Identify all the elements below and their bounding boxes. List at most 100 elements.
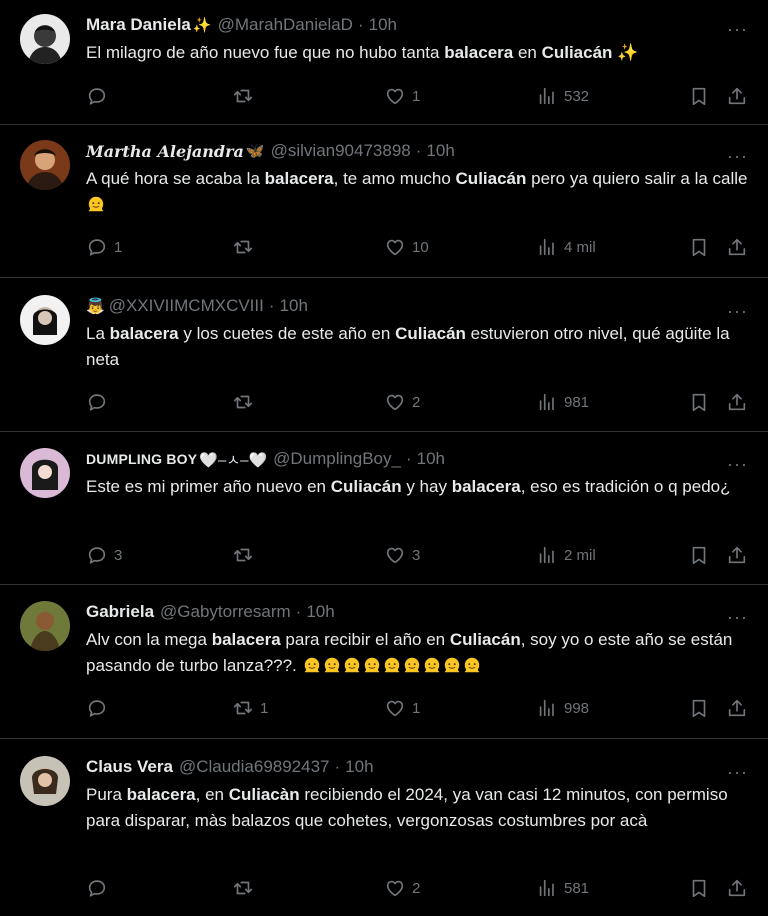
- share-icon: [726, 236, 748, 258]
- author-handle[interactable]: @XXIVIIMCMXCVIII: [109, 296, 264, 316]
- timestamp[interactable]: 10h: [345, 757, 373, 777]
- avatar[interactable]: [20, 601, 70, 651]
- reply-button[interactable]: 1: [86, 236, 122, 258]
- share-button[interactable]: [726, 877, 748, 899]
- author-name[interactable]: Mara Daniela: [86, 15, 191, 35]
- separator-dot: ·: [357, 15, 364, 34]
- view-count: 998: [564, 699, 590, 717]
- author-handle[interactable]: @DumplingBoy_: [273, 449, 401, 469]
- tweet[interactable]: Martha Alejandra 🦋 @silvian90473898 · 10…: [0, 125, 768, 278]
- author-name[interactable]: DUMPLING BOY: [86, 451, 197, 467]
- views-button[interactable]: 4 mil: [536, 236, 596, 258]
- avatar[interactable]: [20, 448, 70, 498]
- timestamp[interactable]: 10h: [280, 296, 308, 316]
- share-button[interactable]: [726, 544, 748, 566]
- tweet[interactable]: Mara Daniela ✨ @MarahDanielaD · 10h ··· …: [0, 0, 768, 125]
- share-button[interactable]: [726, 391, 748, 413]
- author-handle[interactable]: @Gabytorresarm: [160, 602, 291, 622]
- like-button[interactable]: 10: [384, 236, 429, 258]
- views-button[interactable]: 581: [536, 877, 589, 899]
- retweet-button[interactable]: [232, 236, 260, 258]
- text-segment: El milagro de año nuevo fue que no hubo …: [86, 43, 445, 62]
- author-handle[interactable]: @Claudia69892437: [179, 757, 330, 777]
- share-button[interactable]: [726, 236, 748, 258]
- retweet-icon: [232, 544, 254, 566]
- bookmark-button[interactable]: [688, 697, 710, 719]
- timestamp[interactable]: 10h: [426, 141, 454, 161]
- reply-button[interactable]: [86, 697, 114, 719]
- author-handle[interactable]: @MarahDanielaD: [218, 15, 353, 35]
- separator-dot: ·: [295, 602, 302, 621]
- melting-face-emoji: [303, 656, 321, 674]
- reply-icon: [86, 391, 108, 413]
- avatar[interactable]: [20, 295, 70, 345]
- highlight-keyword: Culiacán: [455, 169, 527, 188]
- bookmark-button[interactable]: [688, 391, 710, 413]
- tweet-text: Pura balacera, en Culiacàn recibiendo el…: [86, 782, 748, 834]
- retweet-button[interactable]: [232, 544, 260, 566]
- like-button[interactable]: 2: [384, 877, 420, 899]
- text-segment: , eso es tradición o q pedo¿: [520, 477, 731, 496]
- like-button[interactable]: 2: [384, 391, 420, 413]
- reply-icon: [86, 85, 108, 107]
- timestamp[interactable]: 10h: [306, 602, 334, 622]
- like-button[interactable]: 1: [384, 697, 420, 719]
- more-icon[interactable]: ···: [727, 763, 748, 781]
- highlight-keyword: Culiacán: [449, 630, 521, 649]
- reply-button[interactable]: [86, 391, 114, 413]
- retweet-button[interactable]: 1: [232, 697, 268, 719]
- tweet-actions: 2 581: [86, 877, 748, 901]
- tweet[interactable]: 👼 @XXIVIIMCMXCVIII · 10h ··· La balacera…: [0, 278, 768, 432]
- reply-button[interactable]: [86, 877, 114, 899]
- more-icon[interactable]: ···: [727, 608, 748, 626]
- like-button[interactable]: 3: [384, 544, 420, 566]
- bookmark-icon: [688, 877, 710, 899]
- avatar[interactable]: [20, 14, 70, 64]
- tweet-header: Gabriela @Gabytorresarm · 10h: [86, 585, 748, 623]
- tweet[interactable]: DUMPLING BOY 🤍–ㅅ–🤍 @DumplingBoy_ · 10h ·…: [0, 432, 768, 585]
- author-handle[interactable]: @silvian90473898: [271, 141, 411, 161]
- separator-dot: ·: [334, 757, 341, 776]
- like-count: 3: [412, 546, 421, 564]
- highlight-keyword: Culiacàn: [228, 785, 300, 804]
- bookmark-button[interactable]: [688, 236, 710, 258]
- share-icon: [726, 391, 748, 413]
- text-segment: pero ya quiero salir a la calle: [526, 169, 748, 188]
- tweet-header: Martha Alejandra 🦋 @silvian90473898 · 10…: [86, 125, 748, 162]
- like-button[interactable]: 1: [384, 85, 420, 107]
- author-name[interactable]: Martha Alejandra: [86, 142, 244, 161]
- bookmark-button[interactable]: [688, 877, 710, 899]
- like-count: 1: [412, 87, 421, 105]
- views-button[interactable]: 981: [536, 391, 589, 413]
- share-button[interactable]: [726, 697, 748, 719]
- author-name[interactable]: Gabriela: [86, 602, 154, 622]
- views-button[interactable]: 2 mil: [536, 544, 596, 566]
- tweet[interactable]: Claus Vera @Claudia69892437 · 10h ··· Pu…: [0, 739, 768, 916]
- share-button[interactable]: [726, 85, 748, 107]
- avatar[interactable]: [20, 756, 70, 806]
- more-icon[interactable]: ···: [727, 147, 748, 165]
- separator-dot: ·: [415, 141, 422, 160]
- text-segment: , en: [195, 785, 229, 804]
- reply-button[interactable]: [86, 85, 114, 107]
- bookmark-icon: [688, 85, 710, 107]
- more-icon[interactable]: ···: [727, 302, 748, 320]
- views-button[interactable]: 532: [536, 85, 589, 107]
- avatar[interactable]: [20, 140, 70, 190]
- views-button[interactable]: 998: [536, 697, 589, 719]
- bookmark-button[interactable]: [688, 85, 710, 107]
- text-segment: y hay: [401, 477, 452, 496]
- timestamp[interactable]: 10h: [417, 449, 445, 469]
- bookmark-button[interactable]: [688, 544, 710, 566]
- tweet[interactable]: Gabriela @Gabytorresarm · 10h ··· Alv co…: [0, 585, 768, 739]
- more-icon[interactable]: ···: [727, 20, 748, 38]
- tweet-feed: Mara Daniela ✨ @MarahDanielaD · 10h ··· …: [0, 0, 768, 916]
- reply-button[interactable]: 3: [86, 544, 122, 566]
- author-name[interactable]: Claus Vera: [86, 757, 173, 777]
- timestamp[interactable]: 10h: [369, 15, 397, 35]
- retweet-button[interactable]: [232, 877, 260, 899]
- retweet-button[interactable]: [232, 391, 260, 413]
- more-icon[interactable]: ···: [727, 455, 748, 473]
- share-icon: [726, 697, 748, 719]
- retweet-button[interactable]: [232, 85, 260, 107]
